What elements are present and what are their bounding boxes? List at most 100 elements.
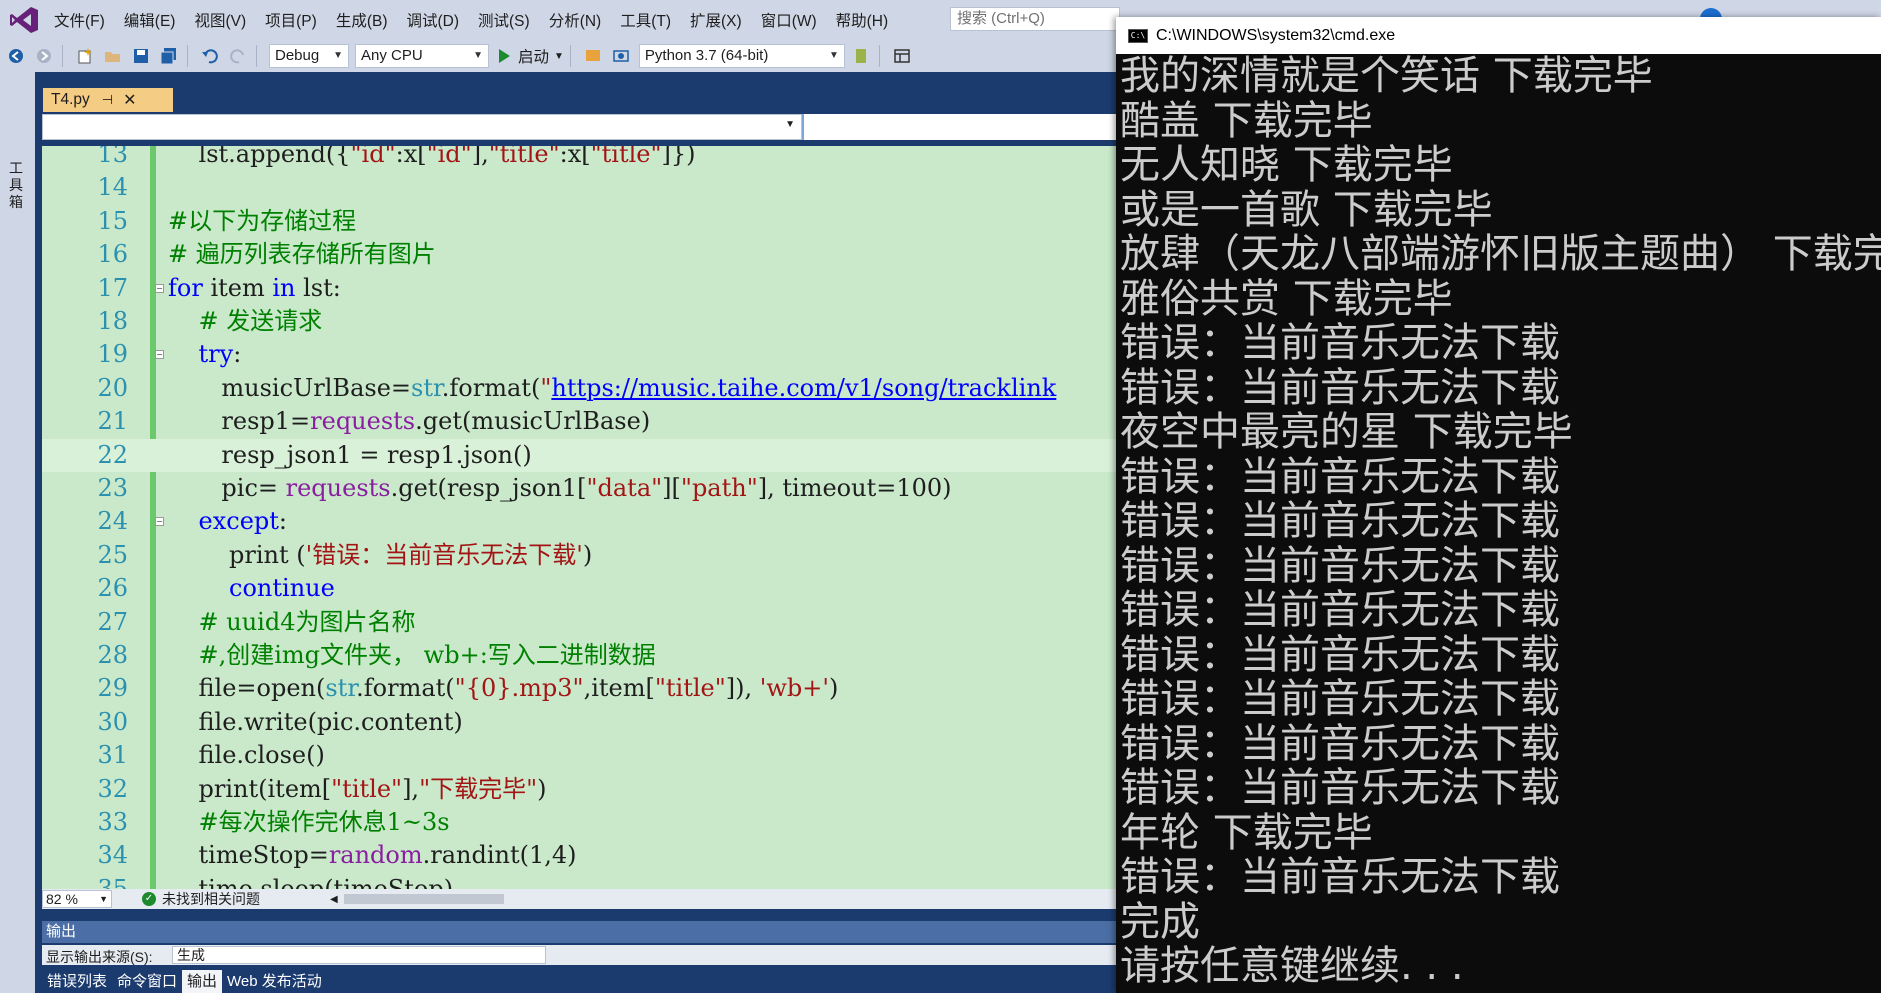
solution-configuration-select[interactable]: Debug ▼ [269, 44, 349, 68]
code-line[interactable]: 34 timeStop=random.randint(1,4) [42, 839, 1116, 872]
code-token: item [202, 273, 273, 302]
tab-t4-py[interactable]: T4.py ⊣ ✕ [43, 88, 173, 112]
code-line[interactable]: 21 resp1=requests.get(musicUrlBase) [42, 405, 1116, 438]
code-text: file.write(pic.content) [168, 706, 463, 739]
output-source-select[interactable]: 生成 [172, 946, 546, 964]
python-package-icon[interactable] [849, 44, 873, 68]
solution-platform-select[interactable]: Any CPU ▼ [355, 44, 489, 68]
close-icon[interactable]: ✕ [123, 90, 136, 110]
code-line[interactable]: 30 file.write(pic.content) [42, 706, 1116, 739]
code-text: time.sleep(timeStop) [168, 873, 454, 889]
tab-bottom-2[interactable]: 输出 [182, 970, 223, 993]
menu-item-10[interactable]: 窗口(W) [755, 9, 830, 31]
undo-icon[interactable] [198, 44, 222, 68]
forward-icon[interactable] [32, 44, 56, 68]
code-line[interactable]: 22 resp_json1 = resp1.json() [42, 438, 1116, 472]
fold-toggle-icon[interactable]: − [155, 517, 164, 527]
menu-item-11[interactable]: 帮助(H) [830, 9, 902, 31]
menu-item-7[interactable]: 分析(N) [543, 9, 615, 31]
code-line[interactable]: 23 pic= requests.get(resp_json1["data"][… [42, 472, 1116, 505]
output-panel: 输出 显示输出来源(S): 生成 [42, 919, 1116, 965]
line-number: 29 [97, 674, 128, 703]
code-line[interactable]: 35 time.sleep(timeStop) [42, 873, 1116, 889]
menu-item-8[interactable]: 工具(T) [614, 9, 684, 31]
console-line: 错误：当前音乐无法下载 [1120, 542, 1560, 589]
code-line[interactable]: 32 print(item["title"],"下载完毕") [42, 773, 1116, 806]
save-icon[interactable] [129, 44, 153, 68]
code-text: try: [168, 338, 242, 371]
code-token: random [328, 841, 423, 870]
cmd-window[interactable]: C:\ C:\WINDOWS\system32\cmd.exe 我的深情就是个笑… [1116, 17, 1881, 993]
fold-toggle-icon[interactable]: − [155, 350, 164, 360]
back-icon[interactable] [4, 44, 28, 68]
navigation-bar-member-dropdown[interactable] [802, 114, 1116, 140]
code-line[interactable]: 27 # uuid4为图片名称 [42, 606, 1116, 639]
tab-bottom-0[interactable]: 错误列表 [42, 970, 112, 993]
open-folder-icon[interactable] [101, 44, 125, 68]
console-line: 错误：当前音乐无法下载 [1120, 631, 1560, 678]
code-token: in [272, 273, 296, 302]
toolbox-tab[interactable]: 工具箱 [9, 160, 27, 211]
new-project-icon[interactable] [73, 44, 97, 68]
zoom-select[interactable]: 82 % ▼ [42, 890, 112, 908]
code-line[interactable]: 14 [42, 171, 1116, 204]
menu-item-0[interactable]: 文件(F) [48, 9, 118, 31]
chevron-down-icon: ▼ [829, 50, 839, 61]
code-line[interactable]: 26 continue [42, 572, 1116, 605]
code-line[interactable]: 18 # 发送请求 [42, 305, 1116, 338]
menu-item-9[interactable]: 扩展(X) [684, 9, 755, 31]
tab-bottom-1[interactable]: 命令窗口 [112, 970, 182, 993]
code-line[interactable]: 13 lst.append({"id":x["id"],"title":x["t… [42, 146, 1116, 171]
python-environment-select[interactable]: Python 3.7 (64-bit) ▼ [638, 44, 845, 68]
code-text: except: [168, 505, 287, 538]
code-line[interactable]: 31 file.close() [42, 739, 1116, 772]
fold-toggle-icon[interactable]: − [155, 283, 164, 293]
layout-icon[interactable] [890, 44, 914, 68]
screenshot-icon[interactable] [609, 44, 633, 68]
horizontal-scrollbar[interactable] [343, 894, 504, 904]
cmd-title-bar[interactable]: C:\ C:\WINDOWS\system32\cmd.exe [1116, 17, 1881, 54]
pin-icon[interactable]: ⊣ [102, 92, 113, 108]
code-line[interactable]: 28 #,创建img文件夹， wb+:写入二进制数据 [42, 639, 1116, 672]
navigation-bar-dropdown[interactable]: ▼ [42, 114, 802, 140]
code-line[interactable]: 25 print ('错误：当前音乐无法下载') [42, 539, 1116, 572]
save-all-icon[interactable] [157, 44, 181, 68]
menu-item-1[interactable]: 编辑(E) [118, 9, 189, 31]
code-editor[interactable]: 13 lst.append({"id":x["id"],"title":x["t… [42, 146, 1116, 889]
console-line: 错误：当前音乐无法下载 [1120, 498, 1560, 544]
menu-item-6[interactable]: 测试(S) [472, 9, 543, 31]
line-number: 25 [97, 540, 128, 569]
code-line[interactable]: 20 musicUrlBase=str.format("https://musi… [42, 372, 1116, 405]
search-input[interactable]: 搜索 (Ctrl+Q) [950, 7, 1120, 31]
menu-item-4[interactable]: 生成(B) [330, 9, 401, 31]
code-text: resp_json1 = resp1.json() [168, 439, 531, 472]
code-line[interactable]: 19 − try: [42, 338, 1116, 371]
menu-item-5[interactable]: 调试(D) [400, 9, 472, 31]
console-line: 请按任意键继续. . . [1120, 943, 1464, 989]
platform-value: Any CPU [361, 47, 423, 64]
menu-item-2[interactable]: 视图(V) [188, 9, 259, 31]
code-line[interactable]: 17 − for item in lst: [42, 272, 1116, 305]
console-line: 错误：当前音乐无法下载 [1120, 364, 1560, 411]
output-source-bar: 显示输出来源(S): 生成 [42, 945, 1116, 965]
redo-icon[interactable] [226, 44, 250, 68]
tab-bottom-3[interactable]: Web 发布活动 [222, 970, 327, 993]
code-token: resp1= [168, 407, 311, 436]
menu-item-3[interactable]: 项目(P) [259, 9, 330, 31]
code-line[interactable]: 29 file=open(str.format("{0}.mp3",item["… [42, 672, 1116, 705]
output-panel-title: 输出 [42, 921, 1116, 943]
code-line[interactable]: 33 #每次操作完休息1~3s [42, 806, 1116, 839]
code-line[interactable]: 15 #以下为存储过程 [42, 205, 1116, 238]
code-line[interactable]: 16 # 遍历列表存储所有图片 [42, 238, 1116, 271]
start-debugging-button[interactable]: 启动 ▼ [499, 45, 564, 67]
code-token: pic= [168, 474, 286, 502]
visual-studio-logo-icon[interactable] [0, 0, 48, 40]
tab-label: T4.py [51, 91, 90, 108]
code-token: "path" [680, 474, 758, 502]
scroll-left-icon[interactable]: ◀ [330, 894, 338, 905]
cmd-console-output[interactable]: 我的深情就是个笑话 下载完毕 酷盖 下载完毕 无人知晓 下载完毕 或是一首歌 下载完毕… [1120, 54, 1881, 993]
browser-link-icon[interactable] [581, 44, 605, 68]
code-token[interactable]: https://music.taihe.com/v1/song/tracklin… [551, 374, 1056, 402]
code-line[interactable]: 24 − except: [42, 505, 1116, 538]
issues-indicator[interactable]: ✓ 未找到相关问题 [142, 889, 260, 909]
